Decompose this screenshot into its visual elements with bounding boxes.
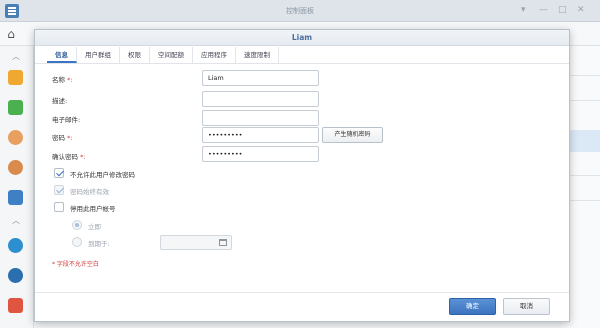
disable-account-label: 停用此用户帐号 [70, 205, 116, 213]
background-selected-row [570, 130, 600, 152]
divider [570, 175, 600, 176]
tab-info[interactable]: 信息 [47, 47, 77, 63]
domain-icon[interactable] [8, 190, 23, 205]
maximize-icon[interactable]: □ [558, 5, 567, 15]
window-title: 控制面板 [286, 7, 314, 15]
home-icon[interactable]: ⌂ [3, 26, 19, 42]
sidebar: ︿ ︿ [0, 46, 34, 328]
tab-permissions[interactable]: 权限 [120, 47, 150, 63]
disallow-change-label: 不允许此用户修改密码 [70, 171, 135, 179]
tab-speed-limit[interactable]: 速度限制 [236, 47, 279, 63]
tab-divider [35, 63, 569, 64]
file-services-icon[interactable] [8, 100, 23, 115]
tab-applications[interactable]: 应用程序 [193, 47, 236, 63]
divider [570, 75, 600, 76]
window-titlebar: 控制面板 ▾ — □ ✕ [0, 0, 600, 22]
description-label: 描述: [52, 97, 68, 105]
calendar-icon[interactable] [219, 239, 227, 246]
confirm-password-field[interactable] [202, 146, 319, 162]
security-icon[interactable] [8, 298, 23, 313]
confirm-password-label: 确认密码 *: [52, 153, 86, 161]
tab-bar: 信息 用户群组 权限 空间配额 应用程序 速度限制 [47, 47, 279, 63]
tab-user-groups[interactable]: 用户群组 [77, 47, 120, 63]
pin-icon[interactable]: ▾ [521, 5, 526, 15]
user-icon[interactable] [8, 130, 23, 145]
disallow-change-checkbox[interactable] [54, 168, 64, 178]
password-always-valid-label: 密码始终有效 [70, 188, 109, 196]
immediately-radio[interactable] [72, 220, 82, 230]
expire-date-field[interactable] [160, 235, 232, 250]
chevron-up-icon[interactable]: ︿ [11, 216, 21, 226]
generate-password-button[interactable]: 产生随机密码 [322, 127, 383, 143]
name-label: 名称 *: [52, 76, 73, 84]
immediately-label: 立即 [88, 223, 101, 231]
close-icon[interactable]: ✕ [577, 5, 585, 15]
name-field[interactable] [202, 70, 319, 86]
password-always-valid-checkbox[interactable] [54, 185, 64, 195]
expire-on-label: 到期于: [88, 240, 110, 248]
group-icon[interactable] [8, 160, 23, 175]
ok-button[interactable]: 确定 [449, 298, 496, 315]
divider [570, 200, 600, 201]
password-label: 密码 *: [52, 134, 73, 142]
footer-divider [35, 292, 569, 293]
divider [570, 100, 600, 101]
user-edit-dialog: Liam 信息 用户群组 权限 空间配额 应用程序 速度限制 名称 *: 描述:… [34, 29, 570, 322]
cancel-button[interactable]: 取消 [503, 298, 550, 315]
chevron-up-icon[interactable]: ︿ [11, 52, 21, 62]
tab-quota[interactable]: 空间配额 [150, 47, 193, 63]
expire-on-radio[interactable] [72, 237, 82, 247]
network-icon[interactable] [8, 268, 23, 283]
password-field[interactable] [202, 127, 319, 143]
email-label: 电子邮件: [52, 116, 81, 124]
dialog-title: Liam [35, 30, 569, 46]
minimize-icon[interactable]: — [539, 5, 548, 15]
shared-folder-icon[interactable] [8, 70, 23, 85]
disable-account-checkbox[interactable] [54, 202, 64, 212]
email-field[interactable] [202, 110, 319, 126]
description-field[interactable] [202, 91, 319, 107]
quickconnect-icon[interactable] [8, 238, 23, 253]
required-note: * 字段不允许空白 [52, 261, 99, 268]
